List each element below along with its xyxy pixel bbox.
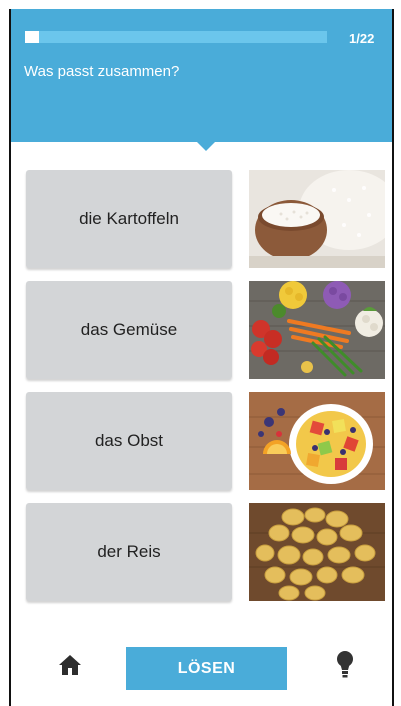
progress-bar-fill bbox=[25, 31, 39, 43]
word-card-kartoffeln[interactable]: die Kartoffeln bbox=[26, 170, 232, 268]
fruit-bowl-photo[interactable] bbox=[249, 392, 385, 490]
app-screen: 1/22 Was passt zusammen? die Kartoffeln … bbox=[9, 9, 393, 706]
word-card-reis[interactable]: der Reis bbox=[26, 503, 232, 601]
lightbulb-icon[interactable] bbox=[335, 650, 355, 680]
progress-counter: 1/22 bbox=[349, 31, 375, 46]
rice-photo[interactable] bbox=[249, 170, 385, 268]
home-icon[interactable] bbox=[58, 653, 82, 677]
question-text: Was passt zusammen? bbox=[24, 63, 180, 80]
vegetables-photo[interactable] bbox=[249, 281, 385, 379]
solve-button[interactable]: LÖSEN bbox=[126, 647, 287, 690]
progress-bar bbox=[25, 31, 327, 43]
word-card-gemuese[interactable]: das Gemüse bbox=[26, 281, 232, 379]
potatoes-photo[interactable] bbox=[249, 503, 385, 601]
frame-border-left bbox=[9, 9, 11, 706]
word-card-obst[interactable]: das Obst bbox=[26, 392, 232, 490]
question-header: 1/22 Was passt zusammen? bbox=[9, 9, 393, 142]
frame-border-right bbox=[392, 9, 394, 706]
header-pointer bbox=[196, 141, 216, 151]
bottom-toolbar: LÖSEN bbox=[9, 639, 393, 690]
